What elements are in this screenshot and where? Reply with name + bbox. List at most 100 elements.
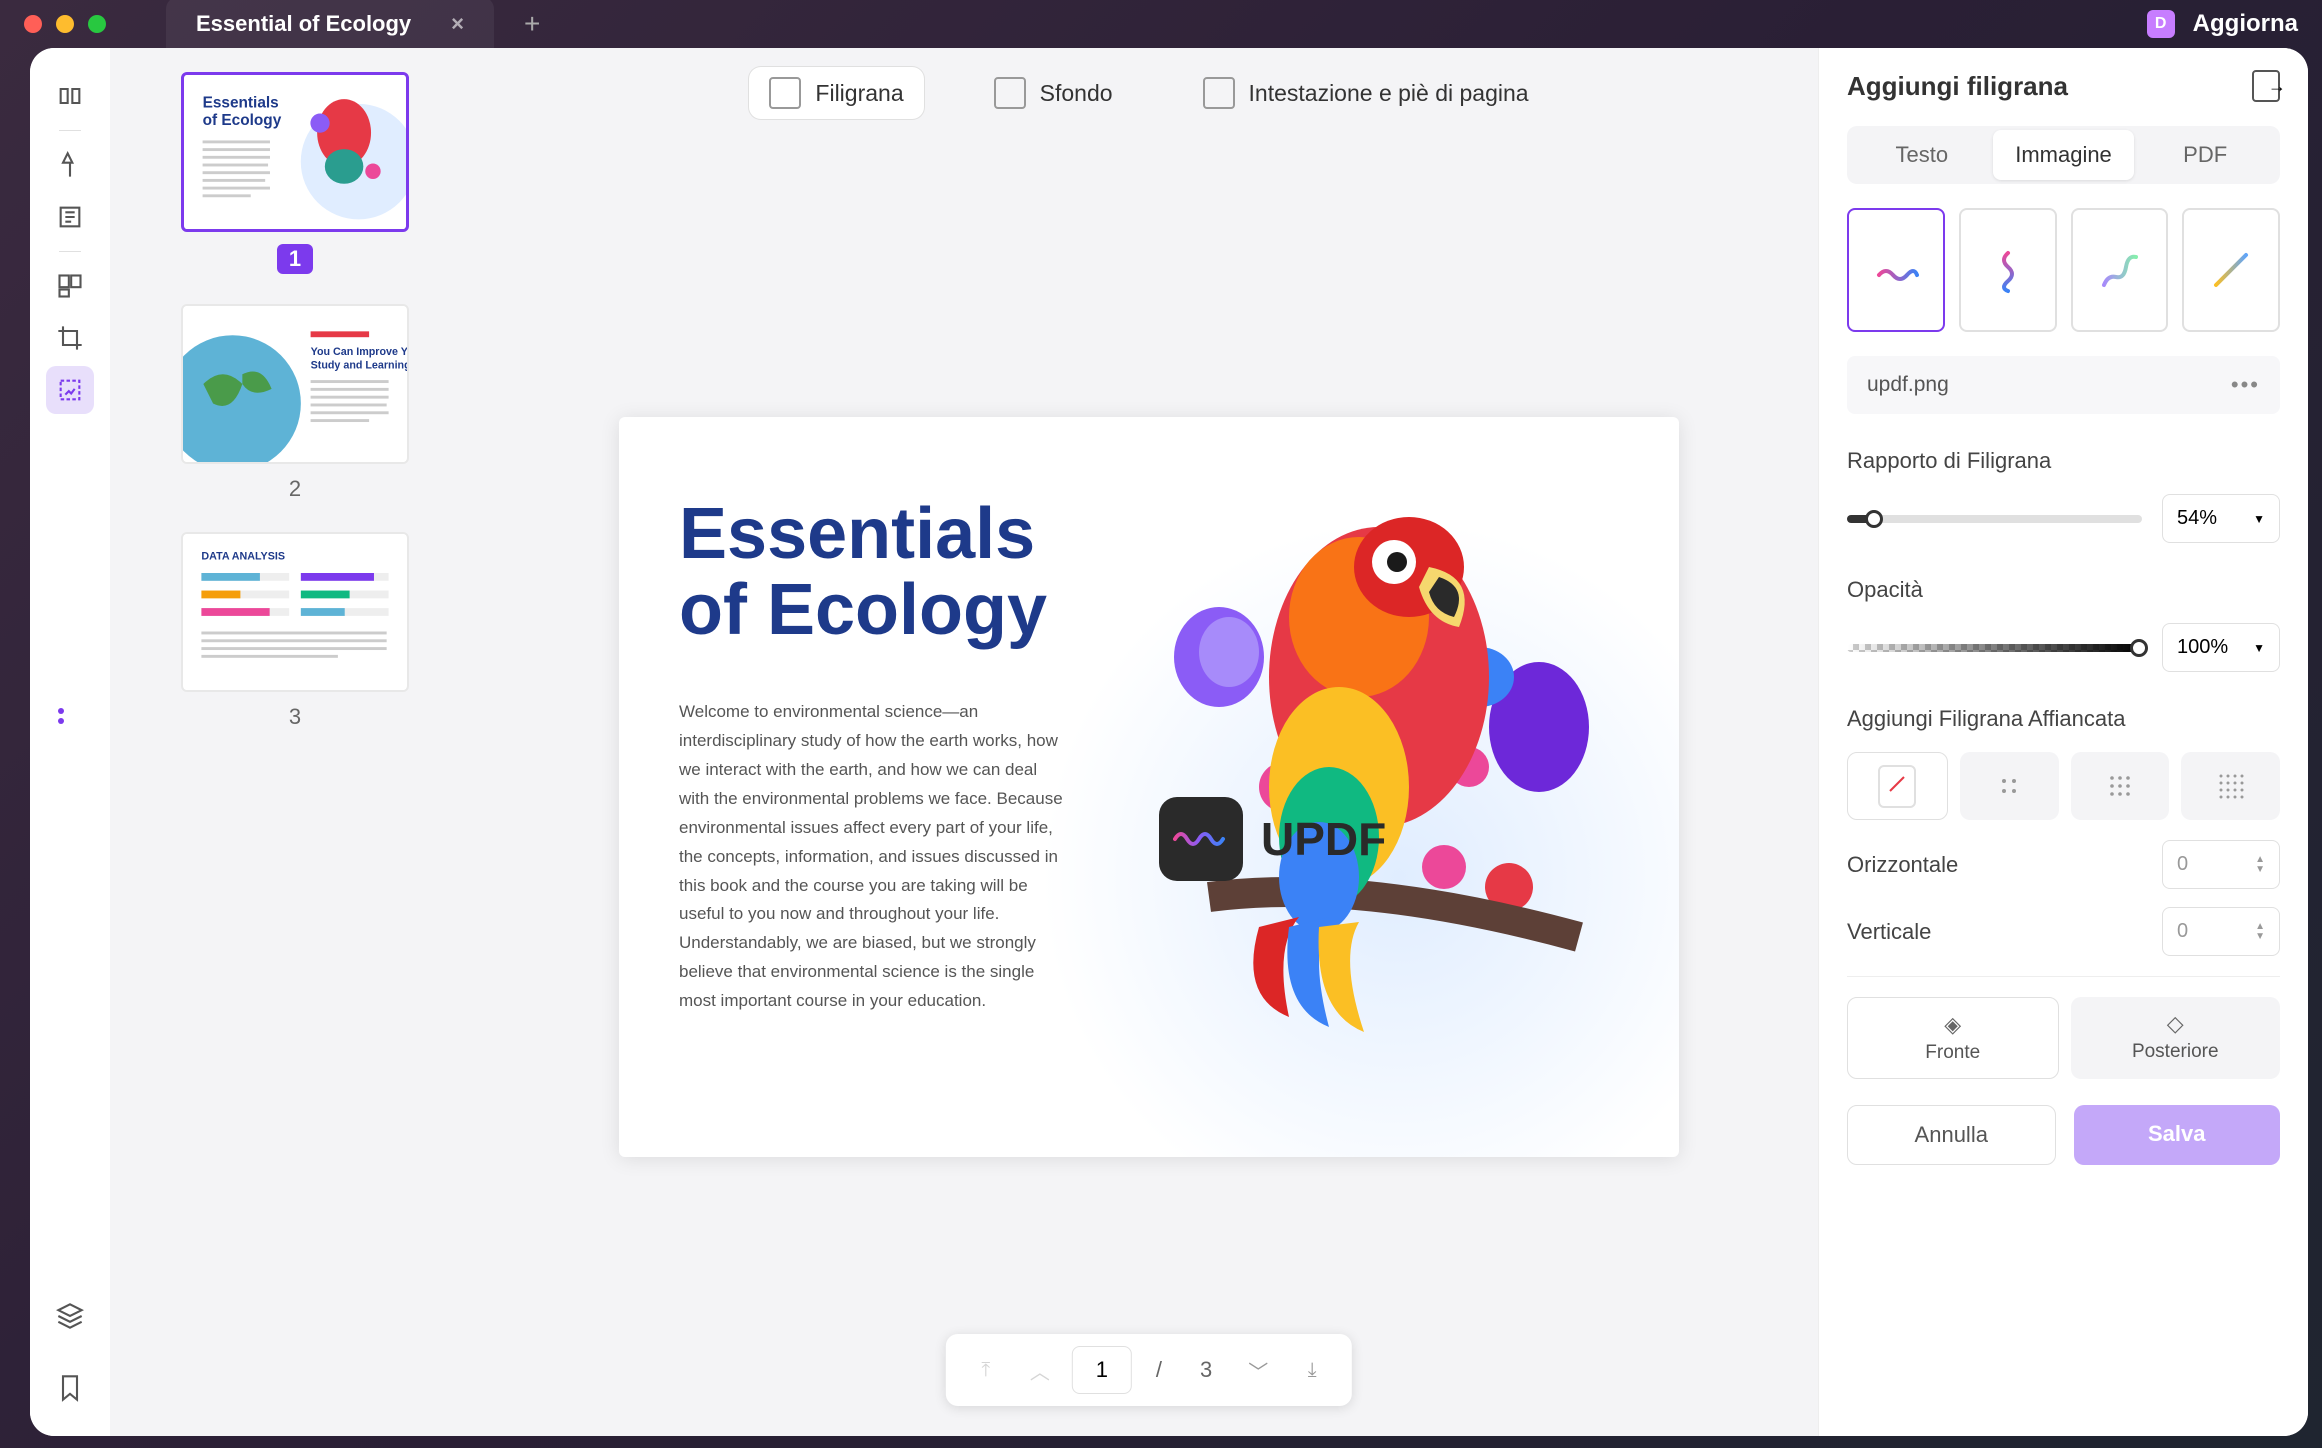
header-footer-icon bbox=[1203, 77, 1235, 109]
tile-2x2[interactable] bbox=[1960, 752, 2059, 820]
horizontal-label: Orizzontale bbox=[1847, 852, 1958, 878]
background-icon bbox=[994, 77, 1026, 109]
close-tab-icon[interactable]: × bbox=[451, 11, 464, 37]
thumbnail-2[interactable]: You Can Improve Your Study and Learning … bbox=[146, 304, 444, 502]
watermark-overlay: UPDF bbox=[1159, 797, 1386, 881]
tile-4x4[interactable] bbox=[2181, 752, 2280, 820]
tab-title: Essential of Ecology bbox=[196, 11, 411, 37]
watermark-tool-icon[interactable] bbox=[46, 366, 94, 414]
sidebar-drag-handle[interactable] bbox=[58, 708, 72, 722]
watermark-presets bbox=[1847, 208, 2280, 332]
svg-text:DATA ANALYSIS: DATA ANALYSIS bbox=[201, 550, 285, 562]
thumbnail-number: 2 bbox=[289, 476, 301, 502]
header-right: D Aggiorna bbox=[2147, 10, 2298, 38]
vertical-label: Verticale bbox=[1847, 919, 1931, 945]
watermark-file-input[interactable]: updf.png ••• bbox=[1847, 356, 2280, 414]
tab-pdf[interactable]: PDF bbox=[2134, 130, 2276, 180]
ratio-value-select[interactable]: 54%▼ bbox=[2162, 494, 2280, 543]
sfondo-tool[interactable]: Sfondo bbox=[974, 67, 1133, 119]
tile-none[interactable] bbox=[1847, 752, 1948, 820]
ratio-label: Rapporto di Filigrana bbox=[1847, 448, 2280, 474]
edit-tool-icon[interactable] bbox=[46, 193, 94, 241]
filigrana-tool[interactable]: Filigrana bbox=[749, 67, 923, 119]
page-navigation: ⤒ ︿ / 3 ﹀ ⤓ bbox=[946, 1334, 1352, 1406]
layers-icon[interactable] bbox=[46, 1292, 94, 1340]
svg-text:You Can Improve Your: You Can Improve Your bbox=[311, 346, 409, 358]
last-page-button[interactable]: ⤓ bbox=[1290, 1350, 1334, 1390]
svg-text:Study and Learning Skills: Study and Learning Skills bbox=[311, 359, 409, 371]
front-layer-icon: ◈ bbox=[1848, 1012, 2058, 1038]
watermark-text: UPDF bbox=[1261, 812, 1386, 866]
canvas-area: Essentialsof Ecology Welcome to environm… bbox=[480, 138, 1818, 1436]
save-button[interactable]: Salva bbox=[2074, 1105, 2281, 1165]
thumbnail-3[interactable]: DATA ANALYSIS 3 bbox=[146, 532, 444, 730]
upgrade-button[interactable]: Aggiorna bbox=[2193, 10, 2298, 38]
organize-tool-icon[interactable] bbox=[46, 262, 94, 310]
first-page-button[interactable]: ⤒ bbox=[964, 1350, 1008, 1390]
cancel-button[interactable]: Annulla bbox=[1847, 1105, 2056, 1165]
document-title: Essentialsof Ecology bbox=[679, 497, 1619, 648]
document-tab[interactable]: Essential of Ecology × bbox=[166, 0, 494, 51]
back-layer-icon: ◇ bbox=[2071, 1011, 2281, 1037]
horizontal-input[interactable]: 0▲▼ bbox=[2162, 840, 2280, 889]
title-bar: Essential of Ecology × + D Aggiorna bbox=[0, 0, 2322, 48]
watermark-type-tabs: Testo Immagine PDF bbox=[1847, 126, 2280, 184]
thumbnail-1[interactable]: Essentials of Ecology 1 bbox=[146, 72, 444, 274]
opacity-label: Opacità bbox=[1847, 577, 2280, 603]
file-browse-icon[interactable]: ••• bbox=[2231, 372, 2260, 398]
watermark-panel: Aggiungi filigrana Testo Immagine PDF up… bbox=[1818, 48, 2308, 1436]
document-page: Essentialsof Ecology Welcome to environm… bbox=[619, 417, 1679, 1157]
new-tab-button[interactable]: + bbox=[514, 8, 550, 40]
close-window-button[interactable] bbox=[24, 15, 42, 33]
user-avatar[interactable]: D bbox=[2147, 10, 2175, 38]
divider bbox=[59, 130, 81, 131]
tab-testo[interactable]: Testo bbox=[1851, 130, 1993, 180]
tile-label: Aggiungi Filigrana Affiancata bbox=[1847, 706, 2280, 732]
document-body-text: Welcome to environmental science—an inte… bbox=[679, 698, 1069, 1016]
tool-label: Intestazione e piè di pagina bbox=[1249, 80, 1529, 107]
maximize-window-button[interactable] bbox=[88, 15, 106, 33]
app-window: Essentials of Ecology 1 You Can Impro bbox=[30, 48, 2308, 1436]
thumbnail-number: 1 bbox=[277, 244, 313, 274]
divider bbox=[1847, 976, 2280, 977]
tile-3x3[interactable] bbox=[2071, 752, 2170, 820]
opacity-value-select[interactable]: 100%▼ bbox=[2162, 623, 2280, 672]
tool-label: Filigrana bbox=[815, 80, 903, 107]
file-name: updf.png bbox=[1867, 373, 1949, 397]
opacity-slider[interactable] bbox=[1847, 644, 2142, 652]
thumbnail-number: 3 bbox=[289, 704, 301, 730]
reader-tool-icon[interactable] bbox=[46, 72, 94, 120]
watermark-icon bbox=[769, 77, 801, 109]
divider bbox=[59, 251, 81, 252]
action-buttons: Annulla Salva bbox=[1847, 1105, 2280, 1165]
svg-text:Essentials: Essentials bbox=[203, 95, 279, 112]
layer-front[interactable]: ◈ Fronte bbox=[1847, 997, 2059, 1079]
layer-options: ◈ Fronte ◇ Posteriore bbox=[1847, 997, 2280, 1079]
next-page-button[interactable]: ﹀ bbox=[1236, 1350, 1280, 1390]
export-icon[interactable] bbox=[2252, 70, 2280, 102]
page-number-input[interactable] bbox=[1072, 1346, 1132, 1394]
updf-logo-icon bbox=[1159, 797, 1243, 881]
intestazione-tool[interactable]: Intestazione e piè di pagina bbox=[1183, 67, 1549, 119]
preset-2[interactable] bbox=[1959, 208, 2057, 332]
page-separator: / bbox=[1142, 1357, 1176, 1383]
vertical-input[interactable]: 0▲▼ bbox=[2162, 907, 2280, 956]
ratio-slider[interactable] bbox=[1847, 515, 2142, 523]
crop-tool-icon[interactable] bbox=[46, 314, 94, 362]
thumbnail-panel: Essentials of Ecology 1 You Can Impro bbox=[110, 48, 480, 1436]
preset-1[interactable] bbox=[1847, 208, 1945, 332]
window-controls bbox=[24, 15, 106, 33]
tab-immagine[interactable]: Immagine bbox=[1993, 130, 2135, 180]
bookmark-icon[interactable] bbox=[46, 1364, 94, 1412]
preset-4[interactable] bbox=[2182, 208, 2280, 332]
prev-page-button[interactable]: ︿ bbox=[1018, 1350, 1062, 1390]
tab-bar: Essential of Ecology × + bbox=[166, 0, 2147, 51]
preset-3[interactable] bbox=[2071, 208, 2169, 332]
layer-back[interactable]: ◇ Posteriore bbox=[2071, 997, 2281, 1079]
main-area: Filigrana Sfondo Intestazione e piè di p… bbox=[480, 48, 1818, 1436]
page-total: 3 bbox=[1186, 1357, 1226, 1383]
minimize-window-button[interactable] bbox=[56, 15, 74, 33]
tool-label: Sfondo bbox=[1040, 80, 1113, 107]
comment-tool-icon[interactable] bbox=[46, 141, 94, 189]
svg-text:of Ecology: of Ecology bbox=[203, 112, 282, 129]
